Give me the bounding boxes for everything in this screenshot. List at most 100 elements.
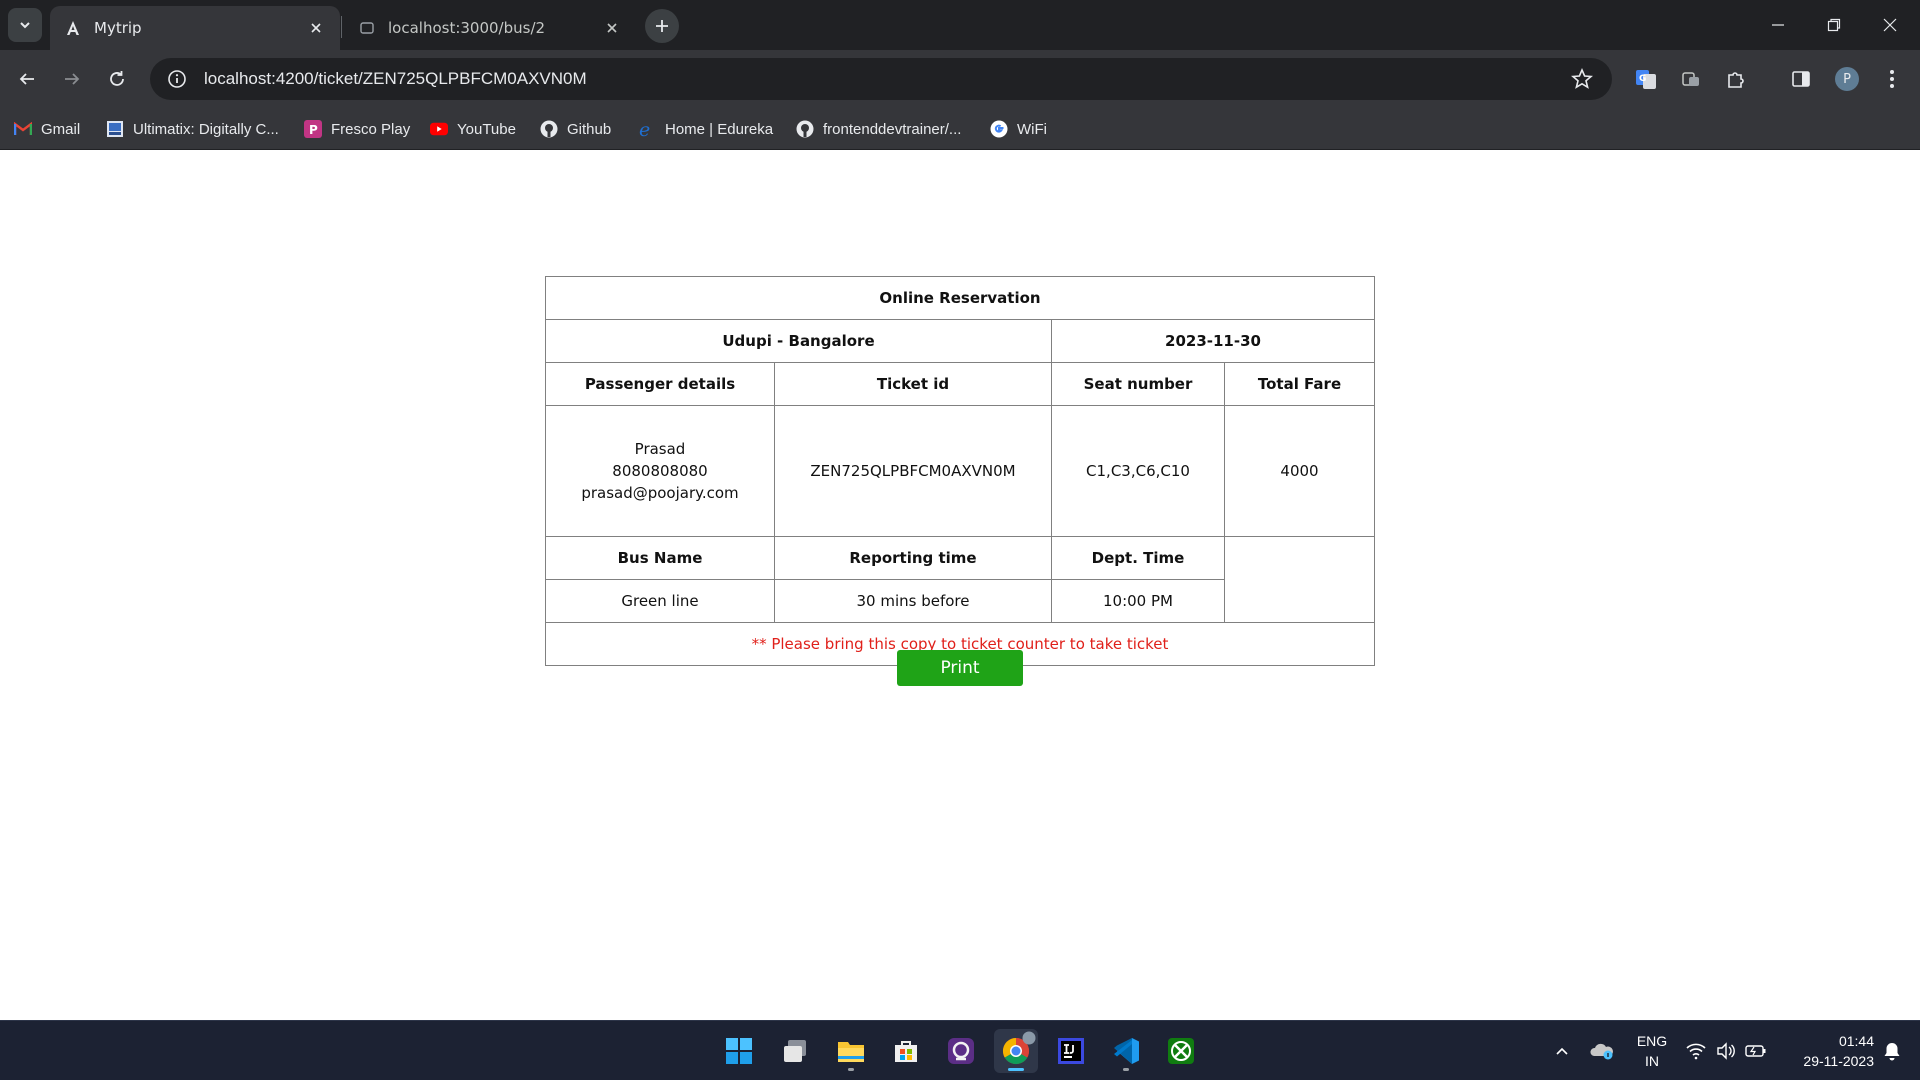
bookmark-ultimatix[interactable]: Ultimatix: Digitally C...: [106, 118, 279, 140]
address-bar[interactable]: localhost:4200/ticket/ZEN725QLPBFCM0AXVN…: [150, 58, 1612, 100]
bookmark-star-icon[interactable]: [1570, 67, 1594, 91]
new-tab-button[interactable]: [645, 9, 679, 43]
browser-toolbar: localhost:4200/ticket/ZEN725QLPBFCM0AXVN…: [0, 50, 1920, 108]
page-content: Online Reservation Udupi - Bangalore 202…: [0, 150, 1920, 1020]
minimize-button[interactable]: [1750, 0, 1806, 50]
dept-time-value: 10:00 PM: [1051, 579, 1225, 623]
route-cell: Udupi - Bangalore: [545, 319, 1052, 363]
restore-icon: [1827, 18, 1841, 32]
bookmark-label: YouTube: [457, 120, 516, 138]
svg-text:e: e: [639, 120, 650, 138]
running-indicator: [848, 1068, 854, 1071]
header-passenger-details: Passenger details: [545, 362, 775, 406]
windows-icon: [726, 1038, 752, 1064]
region-code: IN: [1645, 1053, 1659, 1069]
chevron-down-icon: [20, 22, 30, 29]
tab-title: localhost:3000/bus/2: [388, 19, 546, 37]
store-icon: [895, 1041, 917, 1062]
extensions-puzzle-icon[interactable]: [1722, 65, 1750, 93]
google-translate-icon[interactable]: G: [1632, 65, 1660, 93]
bookmarks-bar: Gmail Ultimatix: Digitally C... P Fresco…: [0, 108, 1920, 150]
taskbar-xbox[interactable]: [1159, 1029, 1203, 1073]
clock-time: 01:44: [1838, 1033, 1874, 1049]
close-window-button[interactable]: [1862, 0, 1918, 50]
taskbar-task-view[interactable]: [773, 1029, 817, 1073]
page-icon: [358, 19, 376, 37]
header-dept-time: Dept. Time: [1051, 536, 1225, 580]
xbox-icon: [1168, 1038, 1194, 1064]
profile-badge-icon: [1022, 1031, 1036, 1045]
extension-icon[interactable]: [1677, 65, 1705, 93]
angular-icon: [64, 19, 82, 37]
restore-button[interactable]: [1806, 0, 1862, 50]
taskbar-store[interactable]: [884, 1029, 928, 1073]
seat-number-value: C1,C3,C6,C10: [1051, 405, 1225, 537]
tab-localhost-bus[interactable]: localhost:3000/bus/2: [344, 6, 636, 50]
url-text: localhost:4200/ticket/ZEN725QLPBFCM0AXVN…: [204, 69, 587, 88]
taskbar-app-purple[interactable]: [939, 1029, 983, 1073]
gmail-icon: [14, 120, 32, 138]
github-icon: [796, 120, 814, 138]
start-button[interactable]: [717, 1029, 761, 1073]
volume-icon[interactable]: [1714, 1039, 1738, 1063]
task-view-icon: [784, 1040, 806, 1062]
wifi-icon[interactable]: [1684, 1039, 1708, 1063]
profile-initial: P: [1843, 71, 1851, 87]
github-icon: [540, 120, 558, 138]
taskbar-clock[interactable]: 01:44 29-11-2023: [1778, 1031, 1874, 1071]
site-info-icon[interactable]: [164, 66, 190, 92]
language-indicator[interactable]: ENG IN: [1632, 1031, 1672, 1071]
close-icon[interactable]: [602, 18, 622, 38]
folder-icon: [838, 1042, 864, 1062]
passenger-details-cell: Prasad 8080808080 prasad@poojary.com: [545, 405, 775, 537]
notification-bell-icon[interactable]: [1880, 1039, 1904, 1063]
bookmark-label: Ultimatix: Digitally C...: [133, 120, 279, 138]
journey-date-cell: 2023-11-30: [1051, 319, 1375, 363]
tab-search-button[interactable]: [8, 8, 42, 42]
edureka-icon: e: [638, 120, 656, 138]
ticket-id-value: ZEN725QLPBFCM0AXVN0M: [774, 405, 1052, 537]
intellij-icon: [1058, 1038, 1084, 1064]
browser-tabstrip: Mytrip localhost:3000/bus/2: [0, 0, 1920, 50]
tab-mytrip[interactable]: Mytrip: [50, 6, 340, 50]
running-indicator: [1008, 1068, 1024, 1071]
passenger-phone: 8080808080: [612, 462, 708, 480]
back-button[interactable]: [8, 60, 46, 98]
bookmark-edureka[interactable]: e Home | Edureka: [638, 118, 773, 140]
profile-avatar[interactable]: P: [1833, 65, 1861, 93]
forward-button[interactable]: [53, 60, 91, 98]
tab-title: Mytrip: [94, 19, 142, 37]
language-code: ENG: [1636, 1033, 1668, 1049]
header-ticket-id: Ticket id: [774, 362, 1052, 406]
tab-divider: [341, 16, 342, 38]
bookmark-frontenddevtrainer[interactable]: frontenddevtrainer/...: [796, 118, 961, 140]
bookmark-gmail[interactable]: Gmail: [14, 118, 80, 140]
bookmark-fresco-play[interactable]: P Fresco Play: [304, 118, 410, 140]
taskbar: ENG IN 01:44 29-11-2023: [0, 1020, 1920, 1080]
header-reporting-time: Reporting time: [774, 536, 1052, 580]
header-total-fare: Total Fare: [1224, 362, 1375, 406]
bookmark-wifi[interactable]: WiFi: [990, 118, 1047, 140]
svg-text:G: G: [1639, 74, 1646, 84]
empty-cell: [1224, 536, 1375, 623]
taskbar-vscode[interactable]: [1104, 1029, 1148, 1073]
bookmark-label: WiFi: [1017, 120, 1047, 138]
battery-icon[interactable]: [1744, 1039, 1768, 1063]
close-icon[interactable]: [306, 18, 326, 38]
taskbar-file-explorer[interactable]: [829, 1029, 873, 1073]
taskbar-intellij[interactable]: [1049, 1029, 1093, 1073]
print-button[interactable]: Print: [897, 650, 1023, 686]
tray-chevron-up-icon[interactable]: [1550, 1039, 1574, 1063]
bookmark-label: Github: [567, 120, 612, 138]
passenger-email: prasad@poojary.com: [581, 484, 739, 502]
bookmark-github[interactable]: Github: [540, 118, 611, 140]
running-indicator: [1123, 1068, 1129, 1071]
reload-button[interactable]: [98, 60, 136, 98]
svg-text:P: P: [309, 123, 318, 137]
menu-icon[interactable]: [1878, 65, 1906, 93]
header-seat-number: Seat number: [1051, 362, 1225, 406]
taskbar-chrome[interactable]: [994, 1029, 1038, 1073]
side-panel-icon[interactable]: [1787, 65, 1815, 93]
bookmark-youtube[interactable]: YouTube: [430, 118, 516, 140]
onedrive-icon[interactable]: [1590, 1039, 1614, 1063]
